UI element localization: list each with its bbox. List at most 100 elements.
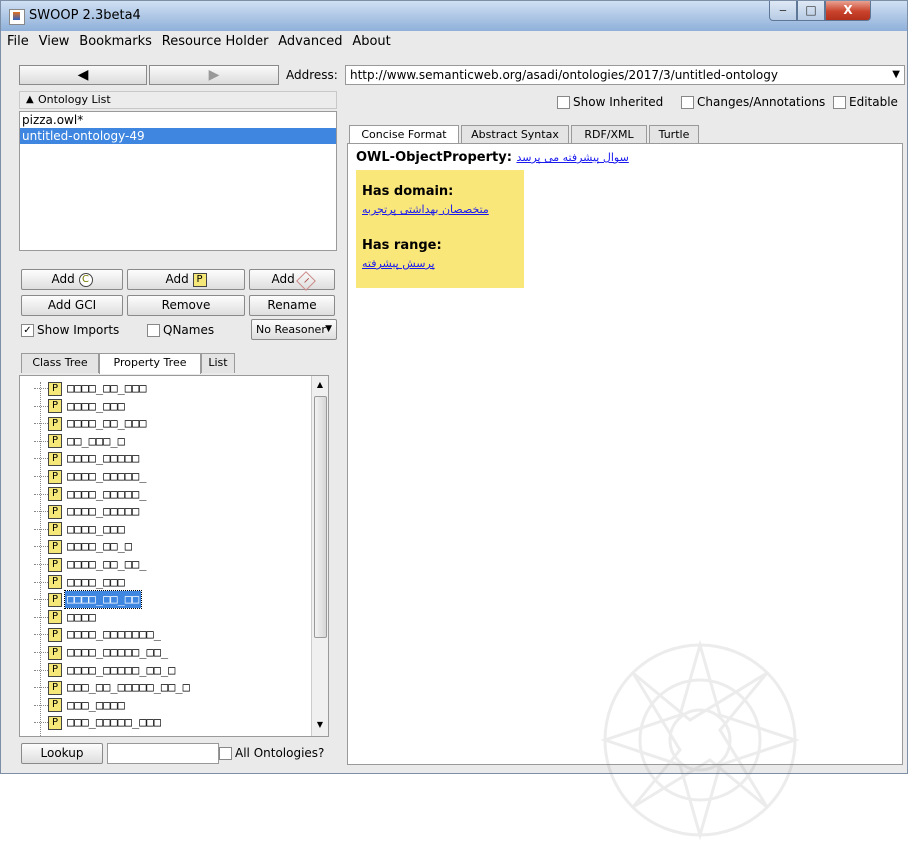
add-class-button[interactable]: Add C [21, 269, 123, 290]
qnames-check-icon [147, 324, 160, 337]
property-tree-row[interactable]: P □□□_□□□□□_□□□ [34, 714, 163, 731]
property-tree-row[interactable]: P □□□□_□□_□□□ [34, 415, 148, 432]
ontology-list-header[interactable]: ▲ Ontology List [19, 91, 337, 109]
show-imports-checkbox[interactable]: ✓ Show Imports [21, 323, 119, 337]
entity-view: Has domain: متخصصان بهداشتی پرتجربه Has … [347, 143, 903, 841]
domain-link[interactable]: متخصصان بهداشتی پرتجربه [362, 203, 489, 216]
show-inherited-label: Show Inherited [573, 95, 664, 109]
scroll-down-icon[interactable]: ▼ [314, 720, 326, 732]
menu-about[interactable]: About [352, 31, 390, 49]
rename-button[interactable]: Rename [249, 295, 335, 316]
ontology-list: pizza.owl* untitled-ontology-49 [19, 111, 337, 251]
property-tree-row[interactable]: P □□□□_□□_□□_ [34, 556, 148, 573]
tab-list[interactable]: List [201, 353, 235, 373]
title-bar[interactable]: SWOOP 2.3beta4 ‒ □ X [1, 1, 907, 31]
add-class-label: Add [51, 272, 75, 286]
property-icon: P [48, 645, 62, 660]
property-label: □□□_□□□□□_□□□ [67, 715, 161, 730]
property-tree-row[interactable]: P □□□□_□□□□□_□□_□ [34, 662, 177, 679]
lookup-button[interactable]: Lookup [21, 743, 103, 764]
add-property-button[interactable]: Add P [127, 269, 245, 290]
menu-resource-holder[interactable]: Resource Holder [162, 31, 269, 49]
back-button[interactable]: ◀ [19, 65, 147, 85]
ontology-item-untitled[interactable]: untitled-ontology-49 [20, 128, 336, 144]
property-icon: P [48, 610, 62, 625]
property-tree-row[interactable]: P □□□□_□□□□□ [34, 450, 141, 467]
property-tree-row[interactable]: P □□□_□□□□ [34, 697, 127, 714]
property-tree-row[interactable]: P □□□□_□□□□□_ [34, 468, 148, 485]
menu-view[interactable]: View [39, 31, 70, 49]
class-icon: C [78, 272, 93, 287]
property-label: □□□□_□□_□ [67, 539, 133, 554]
property-tree-row[interactable]: P □□□□_□□□ [34, 398, 127, 415]
tree-branch-line [34, 687, 48, 689]
property-icon: P [48, 469, 62, 484]
property-tree-row[interactable]: P □□□□_□□□□□ [34, 503, 141, 520]
qnames-label: QNames [163, 323, 215, 337]
menu-advanced[interactable]: Advanced [278, 31, 342, 49]
changes-annotations-checkbox[interactable]: Changes/Annotations [681, 95, 825, 109]
property-label: □□□□_□□_□□□ [67, 416, 147, 431]
close-button[interactable]: X [825, 1, 871, 21]
add-individual-button[interactable]: Add I [249, 269, 335, 291]
property-label: □□□□_□□□ [67, 398, 125, 413]
tree-branch-line [34, 440, 48, 442]
tab-abstract-syntax[interactable]: Abstract Syntax [461, 125, 569, 145]
remove-button[interactable]: Remove [127, 295, 245, 316]
lookup-row: Lookup All Ontologies? [19, 743, 337, 765]
tab-turtle[interactable]: Turtle [649, 125, 699, 145]
property-icon: P [48, 698, 62, 713]
show-inherited-checkbox[interactable]: Show Inherited [557, 95, 663, 109]
forward-button[interactable]: ▶ [149, 65, 279, 85]
range-link[interactable]: پرسش پیشرفته [362, 257, 435, 270]
window-title: SWOOP 2.3beta4 [29, 8, 141, 23]
property-tree-row[interactable]: P □□□□_□□□ [34, 574, 127, 591]
property-label: □□□□_□□□ [67, 521, 125, 536]
property-tree-row[interactable]: P □□□_□□_□□□□□_□□_□ [34, 679, 192, 696]
maximize-button[interactable]: □ [797, 1, 825, 21]
editable-label: Editable [849, 95, 898, 109]
tab-property-tree[interactable]: Property Tree [99, 353, 201, 374]
tab-rdf-xml[interactable]: RDF/XML [571, 125, 647, 145]
changes-label: Changes/Annotations [697, 95, 826, 109]
property-label: □□□□_□□□□□_□□_ [67, 645, 169, 659]
tree-branch-line [34, 546, 48, 548]
property-tree-row[interactable]: P □□_□□□_□ [34, 433, 127, 450]
tree-branch-line [34, 564, 48, 565]
property-tree-row[interactable]: P □□□□_□□□□□□□_ [34, 626, 163, 643]
property-tree-row[interactable]: P □□□□_□□□□□_□□_ [34, 644, 170, 661]
tree-branch-line [34, 388, 48, 389]
qnames-checkbox[interactable]: QNames [147, 323, 214, 337]
property-tree-row[interactable]: P □□□□_□□_□ [34, 538, 134, 555]
tree-branch-line [34, 511, 48, 513]
property-tree-row[interactable]: P □□□□_□□_□□□ [34, 380, 148, 397]
minimize-button[interactable]: ‒ [769, 1, 797, 21]
app-icon [9, 9, 25, 25]
address-dropdown-icon[interactable]: ▼ [892, 66, 900, 84]
all-ontologies-checkbox[interactable]: All Ontologies? [219, 746, 324, 760]
property-tree-row[interactable]: P □□□□_□□_□□ [34, 590, 143, 610]
tree-branch-line [34, 669, 48, 671]
property-label: □□□□_□□_□□ [63, 590, 143, 610]
tab-class-tree[interactable]: Class Tree [21, 353, 99, 373]
property-icon: P [48, 663, 62, 678]
lookup-input[interactable] [107, 743, 219, 764]
menu-bookmarks[interactable]: Bookmarks [79, 31, 152, 49]
right-pane: Show Inherited Changes/Annotations Edita… [343, 91, 907, 841]
add-gci-button[interactable]: Add GCI [21, 295, 123, 316]
collapse-triangle-icon[interactable]: ▲ [26, 92, 34, 108]
menu-file[interactable]: File [7, 31, 29, 49]
property-tree-row[interactable]: P □□□□_□□□□□_ [34, 486, 148, 503]
tree-scrollbar[interactable]: ▲ ▼ [311, 376, 328, 736]
entity-name-link[interactable]: سوال پیشرفته می پرسد [516, 151, 628, 164]
address-value: http://www.semanticweb.org/asadi/ontolog… [350, 68, 778, 82]
property-label: □□_□□□_□ [67, 433, 125, 448]
reasoner-select[interactable]: No Reasoner ▼ [251, 319, 337, 340]
property-tree-row[interactable]: P □□□□ [34, 609, 98, 626]
ontology-item-pizza[interactable]: pizza.owl* [20, 112, 336, 128]
scroll-thumb[interactable] [314, 396, 327, 638]
scroll-up-icon[interactable]: ▲ [314, 380, 326, 392]
property-tree-row[interactable]: P □□□□_□□□ [34, 521, 127, 538]
address-field[interactable]: http://www.semanticweb.org/asadi/ontolog… [345, 65, 905, 85]
editable-checkbox[interactable]: Editable [833, 95, 898, 109]
